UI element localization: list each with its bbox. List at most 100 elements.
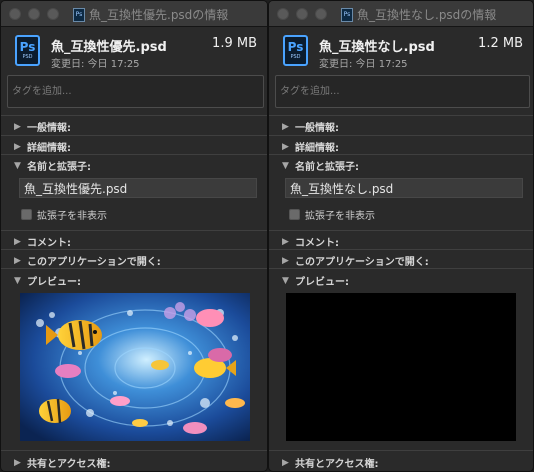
photoshop-document-icon: Ps PSD [283,35,308,66]
hide-extension-row[interactable]: 拡張子を非表示 [289,207,375,222]
divider [1,154,267,155]
zoom-button[interactable] [47,8,59,20]
window-controls [277,8,327,20]
section-preview[interactable]: ▼ プレビュー: [13,273,81,289]
section-preview-label: プレビュー: [295,277,349,288]
divider [1,115,267,116]
icon-label: Ps [287,40,304,54]
divider [1,268,267,269]
preview-image-empty [286,293,516,441]
info-window-compat: Ps 魚_互換性優先.psdの情報 Ps PSD 魚_互換性優先.psd 1.9… [0,0,268,472]
section-general[interactable]: ▶ 一般情報: [281,119,339,135]
divider [269,154,533,155]
window-title-text: 魚_互換性なし.psdの情報 [357,8,497,22]
divider [269,115,533,116]
section-comments-label: コメント: [27,238,71,249]
fish-preview-graphic [20,293,250,441]
disclosure-collapsed-icon[interactable]: ▶ [281,122,290,132]
disclosure-expanded-icon[interactable]: ▼ [281,276,290,286]
icon-sublabel: PSD [22,54,33,60]
section-general-label: 一般情報: [27,123,71,134]
section-name-extension-label: 名前と拡張子: [27,162,91,173]
section-preview[interactable]: ▼ プレビュー: [281,273,349,289]
disclosure-collapsed-icon[interactable]: ▶ [281,256,290,266]
zoom-button[interactable] [315,8,327,20]
close-button[interactable] [277,8,289,20]
disclosure-collapsed-icon[interactable]: ▶ [13,237,22,247]
hide-extension-label: 拡張子を非表示 [37,211,107,222]
file-header: Ps PSD 魚_互換性優先.psd 1.9 MB 変更日: 今日 17:25 [1,27,267,73]
section-sharing[interactable]: ▶ 共有とアクセス権: [281,455,379,471]
disclosure-expanded-icon[interactable]: ▼ [13,276,22,286]
section-preview-label: プレビュー: [27,277,81,288]
hide-extension-checkbox[interactable] [21,209,32,220]
file-name: 魚_互換性優先.psd [51,40,167,55]
section-name-extension[interactable]: ▼ 名前と拡張子: [281,158,359,174]
disclosure-expanded-icon[interactable]: ▼ [13,161,22,171]
disclosure-collapsed-icon[interactable]: ▶ [281,458,290,468]
section-comments[interactable]: ▶ コメント: [13,234,71,250]
icon-label: Ps [19,40,36,54]
close-button[interactable] [9,8,21,20]
section-general-label: 一般情報: [295,123,339,134]
psd-file-icon: Ps [341,7,353,22]
divider [269,249,533,250]
section-comments[interactable]: ▶ コメント: [281,234,339,250]
modified-date: 変更日: 今日 17:25 [51,59,140,70]
section-general[interactable]: ▶ 一般情報: [13,119,71,135]
tags-input[interactable] [275,75,530,108]
section-open-with[interactable]: ▶ このアプリケーションで開く: [281,253,429,269]
minimize-button[interactable] [296,8,308,20]
titlebar[interactable]: Ps 魚_互換性なし.psdの情報 [269,1,533,27]
minimize-button[interactable] [28,8,40,20]
section-open-with[interactable]: ▶ このアプリケーションで開く: [13,253,161,269]
divider [1,135,267,136]
modified-date: 変更日: 今日 17:25 [319,59,408,70]
divider [269,230,533,231]
section-open-with-label: このアプリケーションで開く: [295,257,429,268]
divider [1,230,267,231]
titlebar[interactable]: Ps 魚_互換性優先.psdの情報 [1,1,267,27]
icon-sublabel: PSD [290,54,301,60]
section-sharing[interactable]: ▶ 共有とアクセス権: [13,455,111,471]
disclosure-collapsed-icon[interactable]: ▶ [13,122,22,132]
divider [269,268,533,269]
window-title: Ps 魚_互換性なし.psdの情報 [341,6,496,23]
filename-field[interactable] [285,178,523,198]
section-details[interactable]: ▶ 詳細情報: [281,139,339,155]
divider [1,249,267,250]
filename-field[interactable] [19,178,257,198]
section-details[interactable]: ▶ 詳細情報: [13,139,71,155]
section-sharing-label: 共有とアクセス権: [27,459,111,470]
section-sharing-label: 共有とアクセス権: [295,459,379,470]
preview-image [20,293,250,441]
file-header: Ps PSD 魚_互換性なし.psd 1.2 MB 変更日: 今日 17:25 [269,27,533,73]
tags-input[interactable] [7,75,264,108]
section-name-extension-label: 名前と拡張子: [295,162,359,173]
section-comments-label: コメント: [295,238,339,249]
window-title: Ps 魚_互換性優先.psdの情報 [73,6,228,23]
file-size: 1.2 MB [478,36,523,51]
disclosure-collapsed-icon[interactable]: ▶ [13,256,22,266]
info-window-incompat: Ps 魚_互換性なし.psdの情報 Ps PSD 魚_互換性なし.psd 1.2… [268,0,534,472]
disclosure-collapsed-icon[interactable]: ▶ [281,237,290,247]
file-size: 1.9 MB [212,36,257,51]
disclosure-collapsed-icon[interactable]: ▶ [13,142,22,152]
hide-extension-checkbox[interactable] [289,209,300,220]
hide-extension-row[interactable]: 拡張子を非表示 [21,207,107,222]
window-title-text: 魚_互換性優先.psdの情報 [89,8,229,22]
psd-file-icon: Ps [73,7,85,22]
section-open-with-label: このアプリケーションで開く: [27,257,161,268]
hide-extension-label: 拡張子を非表示 [305,211,375,222]
disclosure-collapsed-icon[interactable]: ▶ [13,458,22,468]
file-name: 魚_互換性なし.psd [319,40,435,55]
divider [269,450,533,451]
window-controls [9,8,59,20]
section-name-extension[interactable]: ▼ 名前と拡張子: [13,158,91,174]
disclosure-collapsed-icon[interactable]: ▶ [281,142,290,152]
photoshop-document-icon: Ps PSD [15,35,40,66]
divider [1,450,267,451]
section-details-label: 詳細情報: [295,143,339,154]
disclosure-expanded-icon[interactable]: ▼ [281,161,290,171]
section-details-label: 詳細情報: [27,143,71,154]
